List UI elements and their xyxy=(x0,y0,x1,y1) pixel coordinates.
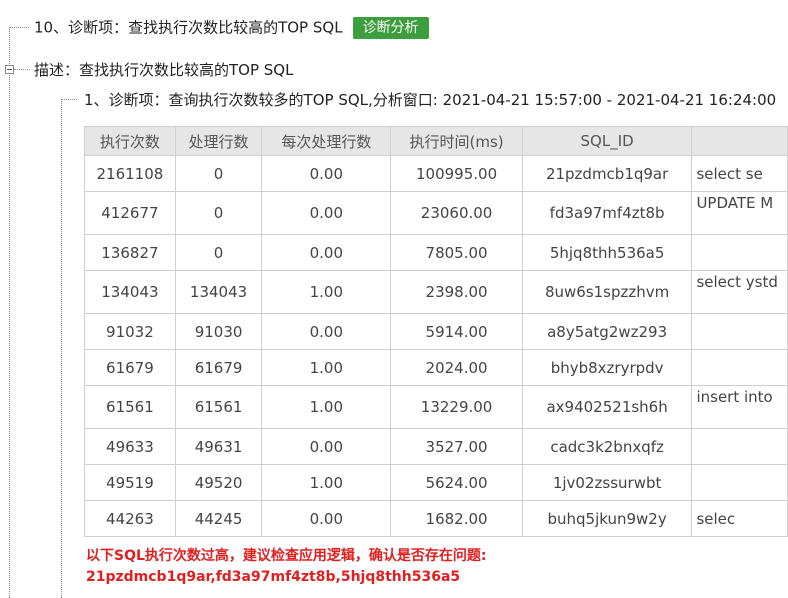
sub-diagnosis-title: 1、诊断项：查询执行次数较多的TOP SQL,分析窗口: 2021-04-21 … xyxy=(84,91,777,109)
cell-sql-id: 5hjq8thh536a5 xyxy=(521,234,693,271)
cell-execs: 2161108 xyxy=(84,155,176,192)
cell-rows-per-exec: 0.00 xyxy=(261,428,392,465)
cell-exec-time: 13229.00 xyxy=(390,385,523,429)
cell-sql-id: a8y5atg2wz293 xyxy=(521,313,693,350)
cell-sql-text: insert into xyxy=(691,385,788,429)
table-row: 136827 0 0.00 7805.00 5hjq8thh536a5 xyxy=(84,234,788,271)
cell-sql-text xyxy=(691,313,788,350)
table-row: 91032 91030 0.00 5914.00 a8y5atg2wz293 xyxy=(84,313,788,350)
diagnosis-item-label: 10、诊断项：查找执行次数比较高的TOP SQL xyxy=(34,18,343,37)
cell-sql-id: 21pzdmcb1q9ar xyxy=(521,155,693,192)
cell-sql-text: select ystd xyxy=(691,270,788,314)
cell-rows-per-exec: 0.00 xyxy=(261,155,392,192)
cell-execs: 91032 xyxy=(84,313,176,350)
cell-exec-time: 7805.00 xyxy=(390,234,523,271)
cell-rows: 0 xyxy=(174,234,263,271)
cell-rows: 61679 xyxy=(174,349,263,386)
col-header-exec-time: 执行时间(ms) xyxy=(390,126,523,156)
cell-exec-time: 1682.00 xyxy=(390,500,523,537)
cell-execs: 61561 xyxy=(84,385,176,429)
cell-execs: 136827 xyxy=(84,234,176,271)
cell-exec-time: 5624.00 xyxy=(390,464,523,501)
cell-sql-text xyxy=(691,349,788,386)
cell-sql-id: buhq5jkun9w2y xyxy=(521,500,693,537)
cell-rows-per-exec: 1.00 xyxy=(261,385,392,429)
cell-sql-id: cadc3k2bnxqfz xyxy=(521,428,693,465)
diagnosis-item-title: 10、诊断项：查找执行次数比较高的TOP SQL 诊断分析 xyxy=(34,17,429,39)
cell-rows-per-exec: 0.00 xyxy=(261,234,392,271)
cell-rows: 49631 xyxy=(174,428,263,465)
diagnose-analysis-button[interactable]: 诊断分析 xyxy=(352,17,429,39)
cell-rows: 91030 xyxy=(174,313,263,350)
col-header-sql-id: SQL_ID xyxy=(521,126,693,156)
cell-execs: 134043 xyxy=(84,270,176,314)
cell-exec-time: 5914.00 xyxy=(390,313,523,350)
table-row: 44263 44245 0.00 1682.00 buhq5jkun9w2y s… xyxy=(84,500,788,537)
col-header-execs: 执行次数 xyxy=(84,126,176,156)
cell-rows: 49520 xyxy=(174,464,263,501)
cell-rows-per-exec: 1.00 xyxy=(261,464,392,501)
table-row: 412677 0 0.00 23060.00 fd3a97mf4zt8b UPD… xyxy=(84,191,788,235)
cell-sql-id: fd3a97mf4zt8b xyxy=(521,191,693,235)
description-title: 描述：查找执行次数比较高的TOP SQL xyxy=(34,61,294,79)
cell-rows: 134043 xyxy=(174,270,263,314)
table-row: 61679 61679 1.00 2024.00 bhyb8xzryrpdv xyxy=(84,349,788,386)
cell-rows: 0 xyxy=(174,155,263,192)
tree-line-root xyxy=(9,27,10,598)
table-row: 61561 61561 1.00 13229.00 ax9402521sh6h … xyxy=(84,385,788,429)
cell-sql-text xyxy=(691,428,788,465)
cell-rows-per-exec: 1.00 xyxy=(261,349,392,386)
cell-sql-text: select se xyxy=(691,155,788,192)
cell-exec-time: 2024.00 xyxy=(390,349,523,386)
cell-execs: 61679 xyxy=(84,349,176,386)
collapse-toggle-icon[interactable] xyxy=(5,65,14,74)
table-row: 49519 49520 1.00 5624.00 1jv02zssurwbt xyxy=(84,464,788,501)
tree-line-item10 xyxy=(9,27,29,28)
tree-line-sub xyxy=(61,99,77,100)
cell-exec-time: 2398.00 xyxy=(390,270,523,314)
cell-sql-id: bhyb8xzryrpdv xyxy=(521,349,693,386)
warning-sql-ids: 21pzdmcb1q9ar,fd3a97mf4zt8b,5hjq8thh536a… xyxy=(86,569,461,585)
col-header-rows: 处理行数 xyxy=(174,126,263,156)
cell-sql-id: ax9402521sh6h xyxy=(521,385,693,429)
cell-execs: 44263 xyxy=(84,500,176,537)
cell-sql-id: 8uw6s1spzzhvm xyxy=(521,270,693,314)
cell-rows: 61561 xyxy=(174,385,263,429)
cell-sql-text: UPDATE M xyxy=(691,191,788,235)
table-row: 134043 134043 1.00 2398.00 8uw6s1spzzhvm… xyxy=(84,270,788,314)
table-row: 49633 49631 0.00 3527.00 cadc3k2bnxqfz xyxy=(84,428,788,465)
cell-rows: 44245 xyxy=(174,500,263,537)
cell-rows-per-exec: 0.00 xyxy=(261,191,392,235)
cell-exec-time: 100995.00 xyxy=(390,155,523,192)
cell-sql-id: 1jv02zssurwbt xyxy=(521,464,693,501)
table-row: 2161108 0 0.00 100995.00 21pzdmcb1q9ar s… xyxy=(84,155,788,192)
cell-sql-text xyxy=(691,234,788,271)
col-header-sql-text xyxy=(691,126,788,156)
diagnosis-report: 10、诊断项：查找执行次数比较高的TOP SQL 诊断分析 描述：查找执行次数比较… xyxy=(0,0,788,598)
cell-sql-text xyxy=(691,464,788,501)
warning-message: 以下SQL执行次数过高，建议检查应用逻辑，确认是否存在问题: xyxy=(86,548,487,564)
cell-exec-time: 3527.00 xyxy=(390,428,523,465)
cell-exec-time: 23060.00 xyxy=(390,191,523,235)
table-header-row: 执行次数 处理行数 每次处理行数 执行时间(ms) SQL_ID xyxy=(84,126,788,156)
cell-rows-per-exec: 0.00 xyxy=(261,500,392,537)
cell-execs: 49519 xyxy=(84,464,176,501)
cell-rows: 0 xyxy=(174,191,263,235)
cell-rows-per-exec: 0.00 xyxy=(261,313,392,350)
tree-line-desc xyxy=(14,69,30,70)
cell-rows-per-exec: 1.00 xyxy=(261,270,392,314)
col-header-rows-per-exec: 每次处理行数 xyxy=(261,126,392,156)
tree-line-desc-child xyxy=(61,99,62,598)
cell-execs: 49633 xyxy=(84,428,176,465)
cell-execs: 412677 xyxy=(84,191,176,235)
top-sql-table: 执行次数 处理行数 每次处理行数 执行时间(ms) SQL_ID 2161108… xyxy=(84,126,788,537)
cell-sql-text: selec xyxy=(691,500,788,537)
